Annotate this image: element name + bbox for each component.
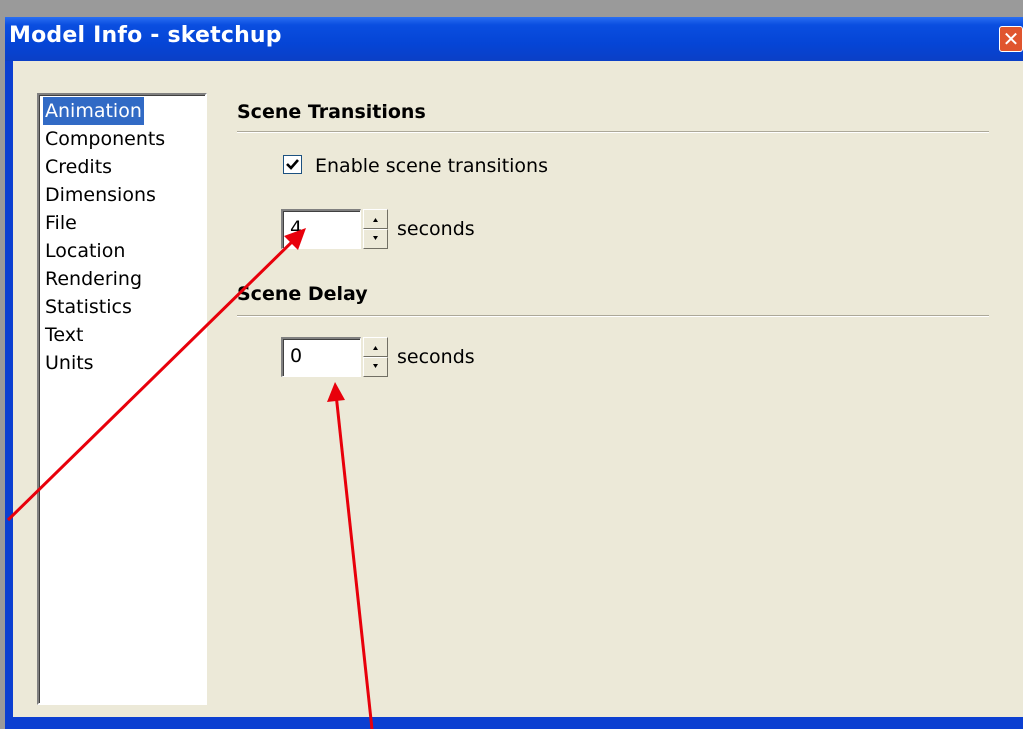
delay-spin-up-button[interactable]	[363, 337, 388, 357]
category-item-animation[interactable]: Animation	[43, 97, 144, 125]
transition-seconds-unit: seconds	[397, 218, 475, 240]
delay-seconds-unit: seconds	[397, 346, 475, 368]
scene-transitions-divider	[237, 131, 989, 133]
category-item-location[interactable]: Location	[43, 237, 127, 265]
category-item-credits[interactable]: Credits	[43, 153, 114, 181]
spin-up-icon	[373, 218, 378, 222]
category-item-rendering[interactable]: Rendering	[43, 265, 144, 293]
enable-transitions-label[interactable]: Enable scene transitions	[315, 155, 548, 177]
category-item-components[interactable]: Components	[43, 125, 167, 153]
scene-delay-heading: Scene Delay	[237, 283, 368, 305]
transition-spin-down-button[interactable]	[363, 229, 388, 249]
dialog-body: Animation Components Credits Dimensions …	[13, 61, 1023, 717]
checkmark-icon	[286, 159, 299, 170]
window-title: Model Info - sketchup	[9, 23, 282, 48]
scene-transitions-heading: Scene Transitions	[237, 101, 426, 123]
delay-seconds-spinner	[363, 337, 388, 377]
spin-down-icon	[373, 364, 378, 368]
category-item-text[interactable]: Text	[43, 321, 85, 349]
title-bar[interactable]: Model Info - sketchup ✕	[5, 17, 1023, 61]
category-list[interactable]: Animation Components Credits Dimensions …	[37, 93, 207, 705]
spin-down-icon	[373, 236, 378, 240]
category-item-units[interactable]: Units	[43, 349, 96, 377]
spin-up-icon	[373, 346, 378, 350]
category-item-file[interactable]: File	[43, 209, 79, 237]
window-bottom-border	[5, 717, 1023, 729]
category-item-dimensions[interactable]: Dimensions	[43, 181, 158, 209]
enable-transitions-checkbox[interactable]	[283, 155, 302, 174]
close-icon: ✕	[1002, 27, 1020, 51]
model-info-dialog: Model Info - sketchup ✕ Animation Compon…	[5, 17, 1023, 729]
category-item-statistics[interactable]: Statistics	[43, 293, 134, 321]
screenshot-frame: Model Info - sketchup ✕ Animation Compon…	[0, 0, 1023, 729]
delay-spin-down-button[interactable]	[363, 357, 388, 377]
delay-seconds-input[interactable]: 0	[281, 337, 361, 377]
transition-seconds-spinner	[363, 209, 388, 249]
transition-seconds-input[interactable]: 4	[281, 209, 361, 249]
scene-delay-divider	[237, 315, 989, 317]
close-button[interactable]: ✕	[999, 26, 1023, 52]
transition-spin-up-button[interactable]	[363, 209, 388, 229]
